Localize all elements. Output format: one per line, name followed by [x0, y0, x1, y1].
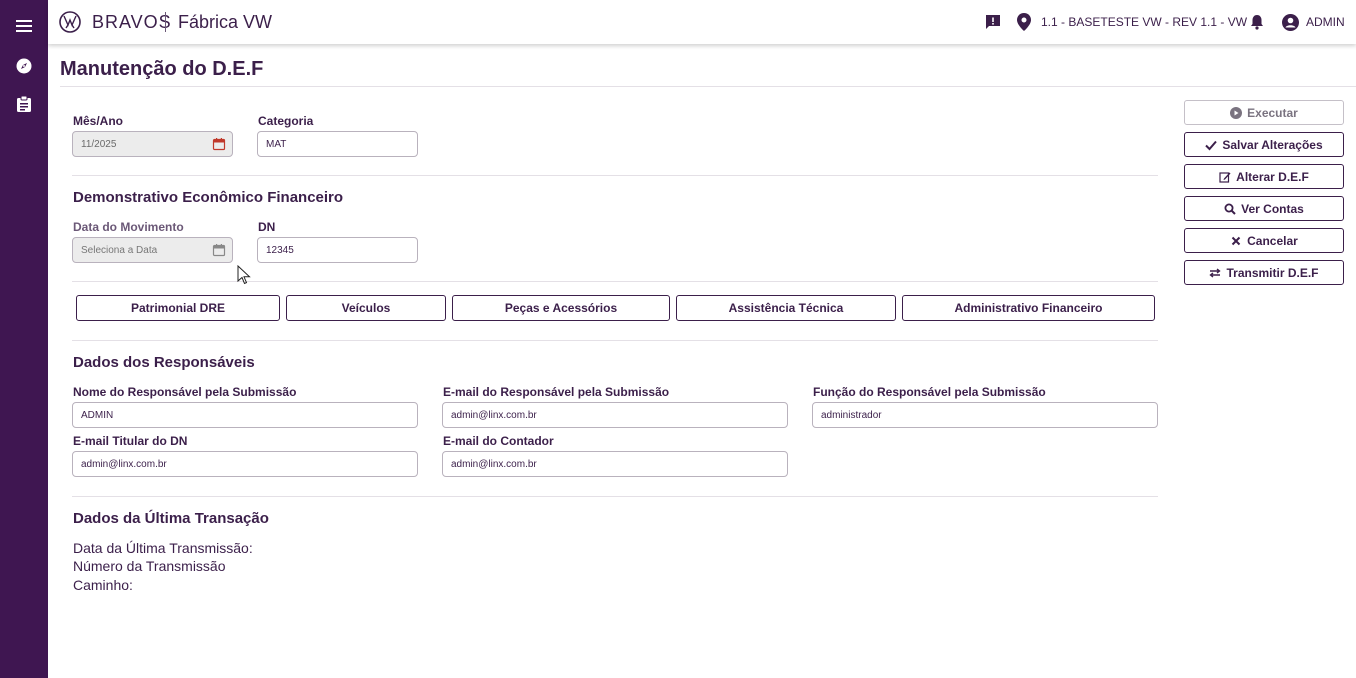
funcao-responsavel-label: Função do Responsável pela Submissão [813, 385, 1046, 399]
ver-contas-button[interactable]: Ver Contas [1184, 196, 1344, 221]
location-text[interactable]: 1.1 - BASETESTE VW - REV 1.1 - VW [1041, 15, 1247, 29]
categoria-value: MAT [266, 138, 287, 150]
tab-assistencia-tecnica[interactable]: Assistência Técnica [676, 295, 896, 321]
executar-label: Executar [1247, 105, 1298, 120]
categoria-label: Categoria [258, 114, 314, 128]
title-divider [60, 86, 1356, 87]
top-bar: BRAVOS Fábrica VW 1.1 - BASETESTE VW - R… [48, 0, 1356, 44]
notification-bell-icon[interactable] [1247, 12, 1267, 32]
transmitir-def-button[interactable]: Transmitir D.E.F [1184, 260, 1344, 285]
calendar-icon[interactable] [212, 137, 226, 151]
cancelar-button[interactable]: Cancelar [1184, 228, 1344, 253]
data-movimento-label: Data do Movimento [73, 220, 184, 234]
funcao-responsavel-field[interactable]: administrador [812, 402, 1158, 428]
def-section-title: Demonstrativo Econômico Financeiro [73, 189, 344, 206]
dn-label: DN [258, 220, 276, 234]
tab-administrativo-financeiro[interactable]: Administrativo Financeiro [902, 295, 1155, 321]
mes-ano-value: 11/2025 [81, 138, 117, 150]
email-contador-value: admin@linx.com.br [451, 458, 537, 470]
email-responsavel-field[interactable]: admin@linx.com.br [442, 402, 788, 428]
responsaveis-title: Dados dos Responsáveis [73, 354, 255, 371]
page-title: Manutenção do D.E.F [60, 58, 264, 80]
brand-divider [165, 12, 166, 32]
data-movimento-field[interactable]: Seleciona a Data [72, 237, 233, 263]
check-icon [1205, 140, 1218, 150]
calendar-icon[interactable] [212, 243, 226, 257]
salvar-label: Salvar Alterações [1222, 137, 1323, 152]
close-icon [1231, 236, 1241, 245]
tab-veiculos[interactable]: Veículos [286, 295, 446, 321]
sidebar [0, 0, 48, 678]
ver-contas-label: Ver Contas [1241, 201, 1304, 216]
tab-patrimonial-dre[interactable]: Patrimonial DRE [76, 295, 280, 321]
mes-ano-field[interactable]: 11/2025 [72, 131, 233, 157]
email-contador-field[interactable]: admin@linx.com.br [442, 451, 788, 477]
compass-icon[interactable] [0, 52, 48, 80]
section-divider [72, 496, 1158, 497]
feedback-icon[interactable] [983, 12, 1003, 32]
funcao-responsavel-value: administrador [821, 409, 882, 421]
categoria-field[interactable]: MAT [257, 131, 418, 157]
email-titular-value: admin@linx.com.br [81, 458, 167, 470]
salvar-alteracoes-button[interactable]: Salvar Alterações [1184, 132, 1344, 157]
nome-responsavel-label: Nome do Responsável pela Submissão [73, 385, 297, 399]
transmitir-label: Transmitir D.E.F [1226, 265, 1319, 280]
nome-responsavel-field[interactable]: ADMIN [72, 402, 418, 428]
section-divider [72, 175, 1158, 176]
location-pin-icon [1014, 12, 1034, 32]
play-icon [1230, 106, 1243, 119]
tab-pecas-acessorios[interactable]: Peças e Acessórios [452, 295, 670, 321]
cancelar-label: Cancelar [1247, 233, 1298, 248]
mes-ano-label: Mês/Ano [73, 114, 124, 128]
executar-button[interactable]: Executar [1184, 100, 1344, 125]
app-brand: BRAVOS [92, 12, 172, 32]
nome-responsavel-value: ADMIN [81, 409, 114, 421]
alterar-label: Alterar D.E.F [1236, 169, 1309, 184]
email-titular-field[interactable]: admin@linx.com.br [72, 451, 418, 477]
section-divider [72, 340, 1158, 341]
email-responsavel-label: E-mail do Responsável pela Submissão [443, 385, 670, 399]
numero-transmissao-label: Número da Transmissão [73, 558, 226, 574]
dn-value: 12345 [266, 244, 294, 256]
ultima-transacao-title: Dados da Última Transação [73, 510, 269, 527]
search-icon [1224, 203, 1236, 215]
menu-icon[interactable] [0, 12, 48, 40]
caminho-label: Caminho: [73, 577, 133, 593]
vw-logo-icon [59, 11, 81, 33]
data-ultima-transmissao-label: Data da Última Transmissão: [73, 540, 253, 556]
exchange-icon [1209, 267, 1222, 278]
email-contador-label: E-mail do Contador [443, 434, 554, 448]
clipboard-icon[interactable] [0, 90, 48, 118]
mouse-cursor-icon [237, 264, 251, 285]
app-subtitle: Fábrica VW [178, 12, 273, 32]
email-responsavel-value: admin@linx.com.br [451, 409, 537, 421]
alterar-def-button[interactable]: Alterar D.E.F [1184, 164, 1344, 189]
user-avatar-icon[interactable] [1280, 12, 1300, 32]
edit-icon [1219, 171, 1231, 183]
data-movimento-placeholder: Seleciona a Data [81, 244, 158, 256]
user-name[interactable]: ADMIN [1306, 15, 1345, 29]
section-divider [72, 281, 1158, 282]
email-titular-label: E-mail Titular do DN [73, 434, 188, 448]
dn-field[interactable]: 12345 [257, 237, 418, 263]
